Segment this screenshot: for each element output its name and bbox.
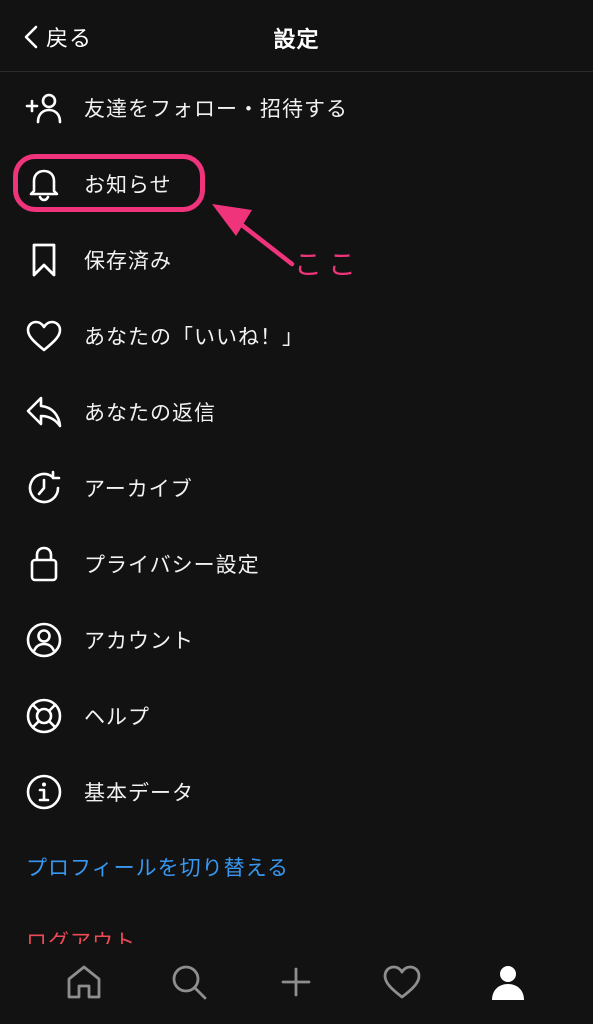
menu-item-label: プライバシー設定 [84, 553, 260, 577]
bottom-tab-bar [0, 944, 593, 1024]
tab-activity[interactable] [380, 962, 424, 1006]
reply-icon [24, 392, 64, 432]
heart-icon [382, 964, 422, 1004]
menu-item-label: あなたの返信 [84, 401, 216, 425]
annotation-label: ここ [294, 248, 363, 281]
lifebuoy-icon [24, 696, 64, 736]
plus-icon [278, 964, 314, 1004]
menu-item-likes[interactable]: あなたの「いいね！」 [0, 306, 593, 366]
info-icon [24, 772, 64, 812]
menu-item-privacy[interactable]: プライバシー設定 [0, 534, 593, 594]
tab-profile[interactable] [486, 962, 530, 1006]
menu-item-label: 基本データ [84, 781, 194, 805]
menu-item-account[interactable]: アカウント [0, 610, 593, 670]
menu-item-help[interactable]: ヘルプ [0, 686, 593, 746]
home-icon [64, 963, 104, 1005]
heart-icon [24, 316, 64, 356]
account-circle-icon [24, 620, 64, 660]
search-icon [169, 962, 209, 1006]
menu-item-label: アーカイブ [84, 477, 193, 501]
archive-clock-icon [24, 468, 64, 508]
lock-icon [24, 544, 64, 584]
switch-profile-link[interactable]: プロフィールを切り替える [26, 852, 289, 882]
tab-search[interactable] [167, 962, 211, 1006]
menu-item-archive[interactable]: アーカイブ [0, 458, 593, 518]
profile-icon [488, 962, 528, 1006]
tab-new-post[interactable] [274, 962, 318, 1006]
menu-item-label: あなたの「いいね！」 [84, 325, 304, 349]
menu-item-replies[interactable]: あなたの返信 [0, 382, 593, 442]
menu-item-basic-data[interactable]: 基本データ [0, 762, 593, 822]
tab-home[interactable] [62, 962, 106, 1006]
menu-item-label: アカウント [84, 629, 194, 653]
menu-item-label: ヘルプ [84, 705, 150, 729]
